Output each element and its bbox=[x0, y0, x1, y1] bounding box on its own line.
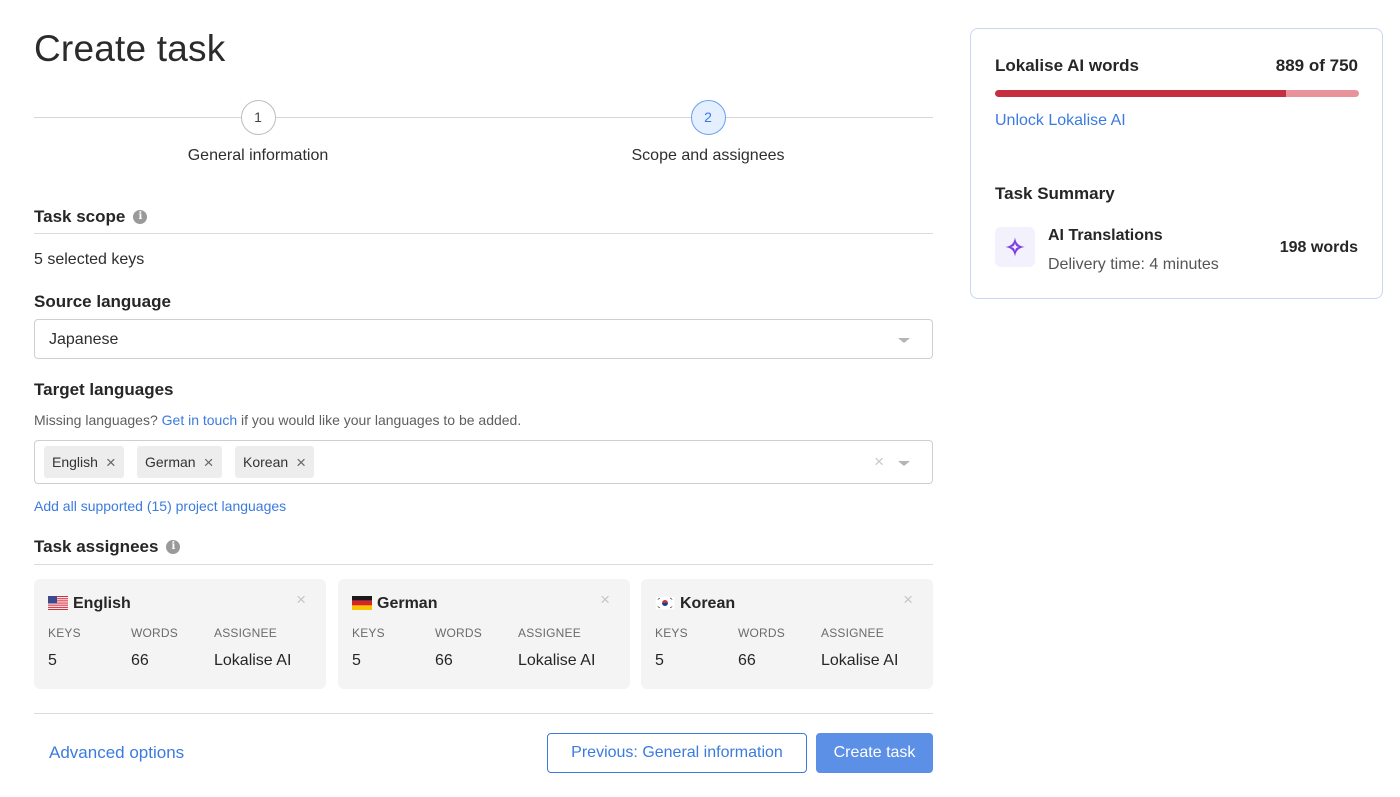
words-value: 66 bbox=[131, 652, 149, 669]
clear-all-icon[interactable]: × bbox=[874, 452, 884, 472]
ai-sparkle-icon bbox=[995, 227, 1035, 267]
card-language: Korean bbox=[680, 595, 736, 612]
page-title: Create task bbox=[34, 28, 226, 69]
chip-english: English × bbox=[44, 446, 124, 478]
stepper: 1 General information 2 Scope and assign… bbox=[34, 100, 933, 170]
info-icon[interactable]: i bbox=[133, 210, 148, 224]
get-in-touch-link[interactable]: Get in touch bbox=[162, 412, 238, 428]
close-icon[interactable]: × bbox=[296, 590, 306, 610]
chevron-down-icon bbox=[898, 338, 910, 343]
step-scope-and-assignees[interactable]: 2 Scope and assignees bbox=[608, 100, 808, 165]
keys-label: KEYS bbox=[655, 626, 688, 640]
close-icon[interactable]: × bbox=[296, 454, 306, 471]
keys-label: KEYS bbox=[352, 626, 385, 640]
assignee-label: ASSIGNEE bbox=[214, 626, 277, 640]
source-language-title: Source language bbox=[34, 292, 171, 312]
us-flag-icon bbox=[48, 596, 68, 610]
target-languages-title: Target languages bbox=[34, 380, 174, 400]
hint-prefix: Missing languages? bbox=[34, 412, 158, 428]
keys-value: 5 bbox=[48, 652, 57, 669]
chip-korean: Korean × bbox=[235, 446, 315, 478]
task-scope-heading: Task scope i bbox=[34, 207, 148, 227]
assignee-value[interactable]: Lokalise AI bbox=[518, 652, 595, 670]
assignee-value[interactable]: Lokalise AI bbox=[214, 652, 291, 670]
task-assignees-title: Task assignees bbox=[34, 537, 159, 556]
keys-label: KEYS bbox=[48, 626, 81, 640]
target-languages-label: Target languages bbox=[34, 380, 174, 399]
source-language-label: Source language bbox=[34, 292, 171, 311]
missing-languages-hint: Missing languages? Get in touch if you w… bbox=[34, 412, 521, 428]
ai-words-progress-fill bbox=[995, 90, 1287, 97]
chip-german: German × bbox=[137, 446, 222, 478]
step-label: General information bbox=[187, 147, 329, 164]
assignee-cards: English × KEYS WORDS ASSIGNEE 5 66 Lokal… bbox=[34, 579, 933, 689]
hint-suffix: if you would like your languages to be a… bbox=[241, 412, 522, 428]
assignee-card-german: German × KEYS WORDS ASSIGNEE 5 66 Lokali… bbox=[338, 579, 630, 689]
assignee-label: ASSIGNEE bbox=[518, 626, 581, 640]
sparkle-glyph bbox=[1005, 237, 1025, 257]
assignee-card-english: English × KEYS WORDS ASSIGNEE 5 66 Lokal… bbox=[34, 579, 326, 689]
assignee-card-korean: Korean × KEYS WORDS ASSIGNEE 5 66 Lokali… bbox=[641, 579, 933, 689]
chip-label: English bbox=[52, 454, 98, 470]
footer-divider bbox=[34, 713, 933, 714]
card-language: English bbox=[73, 595, 131, 612]
keys-value: 5 bbox=[655, 652, 664, 669]
keys-value: 5 bbox=[352, 652, 361, 669]
assignee-value[interactable]: Lokalise AI bbox=[821, 652, 898, 670]
step-number: 2 bbox=[690, 100, 726, 135]
target-languages-select[interactable]: English × German × Korean × × bbox=[34, 440, 933, 484]
previous-button[interactable]: Previous: General information bbox=[547, 733, 807, 773]
task-scope-divider bbox=[34, 233, 933, 234]
close-icon[interactable]: × bbox=[600, 590, 610, 610]
task-summary-title: Task Summary bbox=[995, 184, 1115, 203]
close-icon[interactable]: × bbox=[204, 454, 214, 471]
step-number: 1 bbox=[240, 100, 276, 135]
de-flag-icon bbox=[352, 596, 372, 610]
source-language-value: Japanese bbox=[49, 331, 119, 348]
selected-keys-count: 5 selected keys bbox=[34, 251, 145, 268]
create-task-button[interactable]: Create task bbox=[816, 733, 933, 773]
step-general-information[interactable]: 1 General information bbox=[158, 100, 358, 165]
task-scope-title: Task scope bbox=[34, 207, 126, 226]
info-icon[interactable]: i bbox=[166, 540, 181, 554]
kr-flag-icon bbox=[655, 596, 675, 610]
summary-panel: Lokalise AI words 889 of 750 Unlock Loka… bbox=[970, 28, 1383, 299]
words-value: 66 bbox=[738, 652, 756, 669]
chevron-down-icon[interactable] bbox=[898, 461, 910, 466]
card-language: German bbox=[377, 595, 438, 612]
assignee-label: ASSIGNEE bbox=[821, 626, 884, 640]
ai-words-progress bbox=[995, 90, 1359, 97]
summary-word-count: 198 words bbox=[1279, 239, 1358, 256]
step-label: Scope and assignees bbox=[631, 147, 785, 164]
chip-label: Korean bbox=[243, 454, 289, 470]
ai-words-count: 889 of 750 bbox=[1275, 56, 1358, 75]
task-assignees-heading: Task assignees i bbox=[34, 537, 181, 557]
words-label: WORDS bbox=[435, 626, 482, 640]
words-value: 66 bbox=[435, 652, 453, 669]
source-language-select[interactable]: Japanese bbox=[34, 319, 933, 359]
words-label: WORDS bbox=[738, 626, 785, 640]
unlock-lokalise-ai-link[interactable]: Unlock Lokalise AI bbox=[995, 112, 1126, 130]
advanced-options-link[interactable]: Advanced options bbox=[49, 743, 184, 763]
words-label: WORDS bbox=[131, 626, 178, 640]
summary-item-name: AI Translations bbox=[1048, 227, 1163, 244]
close-icon[interactable]: × bbox=[106, 454, 116, 471]
add-all-languages-link[interactable]: Add all supported (15) project languages bbox=[34, 498, 286, 514]
ai-words-title: Lokalise AI words bbox=[995, 56, 1139, 75]
close-icon[interactable]: × bbox=[903, 590, 913, 610]
task-assignees-divider bbox=[34, 564, 933, 565]
summary-delivery-time: Delivery time: 4 minutes bbox=[1048, 256, 1219, 273]
chip-label: German bbox=[145, 454, 196, 470]
